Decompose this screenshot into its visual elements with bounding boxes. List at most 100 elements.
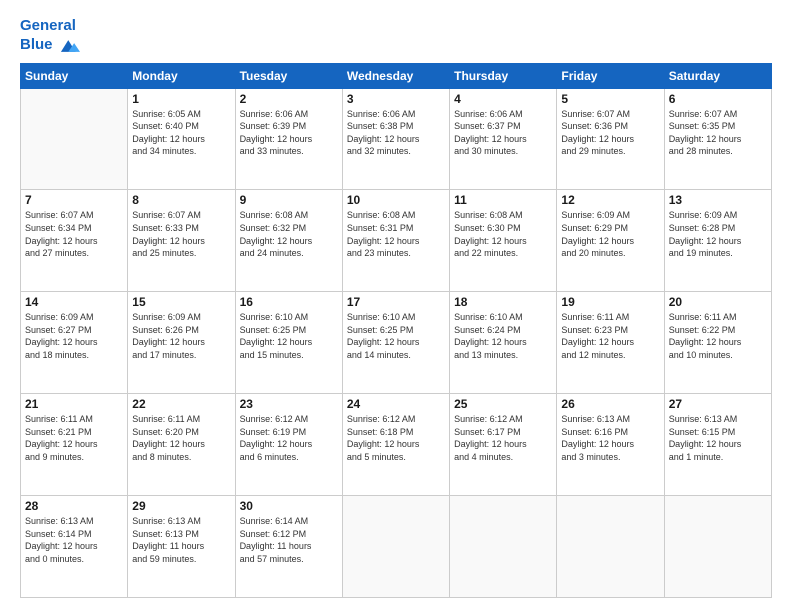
day-number: 17 [347,295,445,309]
calendar-cell: 26 Sunrise: 6:13 AM Sunset: 6:16 PM Dayli… [557,394,664,496]
calendar-cell: 23 Sunrise: 6:12 AM Sunset: 6:19 PM Dayli… [235,394,342,496]
calendar-cell: 15Sunrise: 6:09 AM Sunset: 6:26 PM Dayli… [128,292,235,394]
day-info: Sunrise: 6:13 AM Sunset: 6:15 PM Dayligh… [669,413,767,463]
week-row-3: 21 Sunrise: 6:11 AM Sunset: 6:21 PM Dayli… [21,394,772,496]
calendar-cell: 30Sunrise: 6:14 AM Sunset: 6:12 PM Dayli… [235,496,342,598]
day-header-thursday: Thursday [450,63,557,88]
calendar-cell: 8 Sunrise: 6:07 AM Sunset: 6:33 PM Daylig… [128,190,235,292]
day-info: Sunrise: 6:07 AM Sunset: 6:36 PM Dayligh… [561,108,659,158]
day-info: Sunrise: 6:06 AM Sunset: 6:38 PM Dayligh… [347,108,445,158]
day-info: Sunrise: 6:05 AM Sunset: 6:40 PM Dayligh… [132,108,230,158]
day-info: Sunrise: 6:09 AM Sunset: 6:27 PM Dayligh… [25,311,123,361]
day-info: Sunrise: 6:06 AM Sunset: 6:39 PM Dayligh… [240,108,338,158]
logo: General Blue [20,18,80,57]
week-row-4: 28Sunrise: 6:13 AM Sunset: 6:14 PM Dayli… [21,496,772,598]
calendar-cell: 4 Sunrise: 6:06 AM Sunset: 6:37 PM Daylig… [450,88,557,190]
calendar-cell: 19 Sunrise: 6:11 AM Sunset: 6:23 PM Dayli… [557,292,664,394]
day-header-sunday: Sunday [21,63,128,88]
day-info: Sunrise: 6:11 AM Sunset: 6:21 PM Dayligh… [25,413,123,463]
day-info: Sunrise: 6:13 AM Sunset: 6:16 PM Dayligh… [561,413,659,463]
day-number: 20 [669,295,767,309]
calendar-cell: 29 Sunrise: 6:13 AM Sunset: 6:13 PM Dayli… [128,496,235,598]
week-row-2: 14 Sunrise: 6:09 AM Sunset: 6:27 PM Dayli… [21,292,772,394]
calendar-cell [664,496,771,598]
day-info: Sunrise: 6:12 AM Sunset: 6:18 PM Dayligh… [347,413,445,463]
day-number: 27 [669,397,767,411]
calendar-cell: 13Sunrise: 6:09 AM Sunset: 6:28 PM Dayli… [664,190,771,292]
day-info: Sunrise: 6:11 AM Sunset: 6:22 PM Dayligh… [669,311,767,361]
calendar-cell: 2 Sunrise: 6:06 AM Sunset: 6:39 PM Daylig… [235,88,342,190]
calendar-cell: 10 Sunrise: 6:08 AM Sunset: 6:31 PM Dayli… [342,190,449,292]
day-number: 2 [240,92,338,106]
day-info: Sunrise: 6:07 AM Sunset: 6:35 PM Dayligh… [669,108,767,158]
day-number: 9 [240,193,338,207]
calendar-cell [450,496,557,598]
day-info: Sunrise: 6:12 AM Sunset: 6:19 PM Dayligh… [240,413,338,463]
calendar-cell: 16 Sunrise: 6:10 AM Sunset: 6:25 PM Dayli… [235,292,342,394]
day-number: 3 [347,92,445,106]
calendar-cell: 25 Sunrise: 6:12 AM Sunset: 6:17 PM Dayli… [450,394,557,496]
day-header-monday: Monday [128,63,235,88]
week-row-0: 1Sunrise: 6:05 AM Sunset: 6:40 PM Daylig… [21,88,772,190]
day-number: 25 [454,397,552,411]
calendar-table: SundayMondayTuesdayWednesdayThursdayFrid… [20,63,772,599]
day-number: 11 [454,193,552,207]
day-number: 13 [669,193,767,207]
day-number: 15 [132,295,230,309]
day-number: 5 [561,92,659,106]
logo-icon [58,35,80,57]
day-number: 4 [454,92,552,106]
day-number: 24 [347,397,445,411]
day-number: 29 [132,499,230,513]
calendar-cell: 20 Sunrise: 6:11 AM Sunset: 6:22 PM Dayli… [664,292,771,394]
day-number: 16 [240,295,338,309]
day-number: 26 [561,397,659,411]
day-number: 8 [132,193,230,207]
day-info: Sunrise: 6:12 AM Sunset: 6:17 PM Dayligh… [454,413,552,463]
day-info: Sunrise: 6:08 AM Sunset: 6:31 PM Dayligh… [347,209,445,259]
calendar-cell: 11 Sunrise: 6:08 AM Sunset: 6:30 PM Dayli… [450,190,557,292]
day-info: Sunrise: 6:10 AM Sunset: 6:25 PM Dayligh… [240,311,338,361]
header: General Blue [20,18,772,57]
calendar-cell: 14 Sunrise: 6:09 AM Sunset: 6:27 PM Dayli… [21,292,128,394]
calendar-cell: 17 Sunrise: 6:10 AM Sunset: 6:25 PM Dayli… [342,292,449,394]
day-info: Sunrise: 6:10 AM Sunset: 6:24 PM Dayligh… [454,311,552,361]
day-header-friday: Friday [557,63,664,88]
day-info: Sunrise: 6:11 AM Sunset: 6:23 PM Dayligh… [561,311,659,361]
day-info: Sunrise: 6:13 AM Sunset: 6:13 PM Dayligh… [132,515,230,565]
day-info: Sunrise: 6:06 AM Sunset: 6:37 PM Dayligh… [454,108,552,158]
day-number: 19 [561,295,659,309]
day-info: Sunrise: 6:10 AM Sunset: 6:25 PM Dayligh… [347,311,445,361]
day-header-tuesday: Tuesday [235,63,342,88]
day-number: 21 [25,397,123,411]
calendar-cell: 6 Sunrise: 6:07 AM Sunset: 6:35 PM Daylig… [664,88,771,190]
calendar-cell: 27 Sunrise: 6:13 AM Sunset: 6:15 PM Dayli… [664,394,771,496]
day-number: 10 [347,193,445,207]
day-info: Sunrise: 6:08 AM Sunset: 6:30 PM Dayligh… [454,209,552,259]
day-info: Sunrise: 6:09 AM Sunset: 6:29 PM Dayligh… [561,209,659,259]
day-number: 7 [25,193,123,207]
calendar-cell: 21 Sunrise: 6:11 AM Sunset: 6:21 PM Dayli… [21,394,128,496]
day-number: 14 [25,295,123,309]
day-info: Sunrise: 6:14 AM Sunset: 6:12 PM Dayligh… [240,515,338,565]
calendar-cell: 28Sunrise: 6:13 AM Sunset: 6:14 PM Dayli… [21,496,128,598]
day-number: 12 [561,193,659,207]
calendar-cell: 18 Sunrise: 6:10 AM Sunset: 6:24 PM Dayli… [450,292,557,394]
day-header-saturday: Saturday [664,63,771,88]
day-number: 6 [669,92,767,106]
calendar-cell: 9 Sunrise: 6:08 AM Sunset: 6:32 PM Daylig… [235,190,342,292]
day-info: Sunrise: 6:07 AM Sunset: 6:33 PM Dayligh… [132,209,230,259]
day-number: 18 [454,295,552,309]
day-info: Sunrise: 6:08 AM Sunset: 6:32 PM Dayligh… [240,209,338,259]
day-header-wednesday: Wednesday [342,63,449,88]
calendar-cell: 3 Sunrise: 6:06 AM Sunset: 6:38 PM Daylig… [342,88,449,190]
logo-text: General [20,18,80,35]
week-row-1: 7Sunrise: 6:07 AM Sunset: 6:34 PM Daylig… [21,190,772,292]
calendar-cell: 7Sunrise: 6:07 AM Sunset: 6:34 PM Daylig… [21,190,128,292]
calendar-cell [342,496,449,598]
day-number: 23 [240,397,338,411]
calendar-cell: 12 Sunrise: 6:09 AM Sunset: 6:29 PM Dayli… [557,190,664,292]
day-info: Sunrise: 6:11 AM Sunset: 6:20 PM Dayligh… [132,413,230,463]
calendar-cell: 5 Sunrise: 6:07 AM Sunset: 6:36 PM Daylig… [557,88,664,190]
calendar-cell [557,496,664,598]
